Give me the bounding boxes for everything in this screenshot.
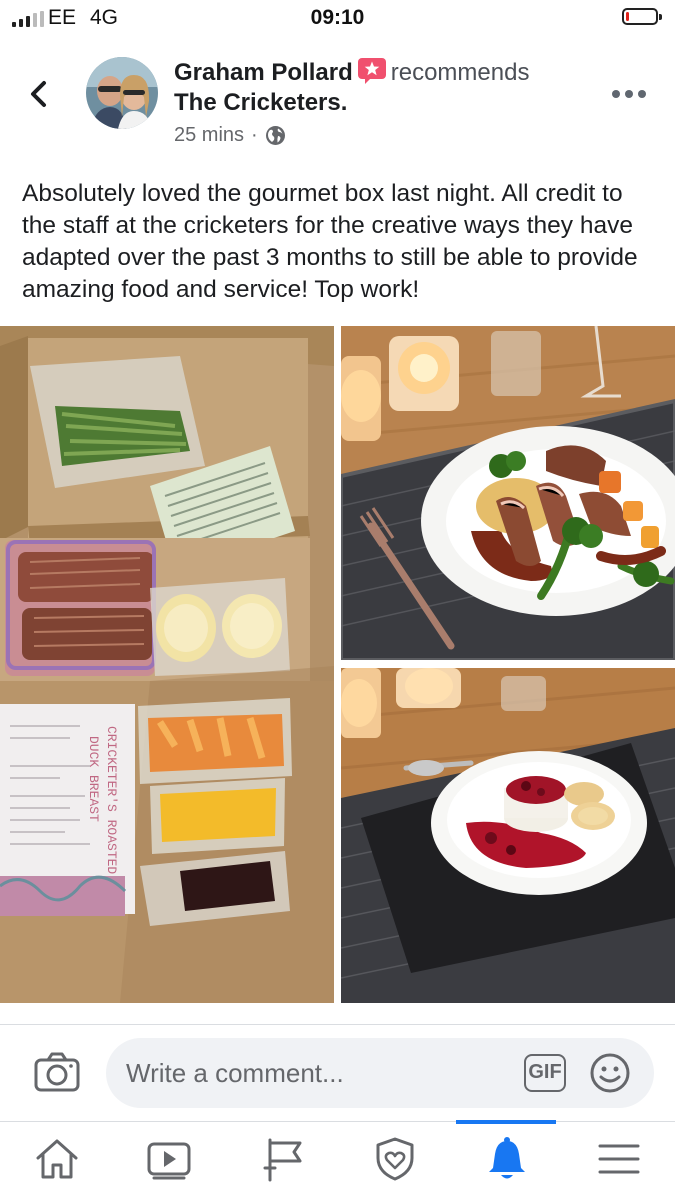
battery-level (626, 12, 629, 21)
notifications-bell-icon[interactable] (484, 1136, 530, 1182)
camera-icon[interactable] (34, 1052, 80, 1092)
menu-card-subtitle: DUCK BREAST (86, 736, 101, 822)
video-icon[interactable] (146, 1136, 192, 1182)
menu-icon[interactable] (596, 1136, 642, 1182)
smiley-icon[interactable] (589, 1052, 631, 1094)
recommend-star-icon (357, 58, 386, 84)
photo-duck-dish[interactable] (341, 326, 675, 660)
divider (0, 1024, 675, 1025)
recommended-page-name[interactable]: The Cricketers. (174, 88, 347, 117)
author-avatar[interactable] (86, 57, 158, 129)
author-name[interactable]: Graham Pollard (174, 59, 353, 86)
post-author-line: Graham Pollard recommends (174, 58, 529, 87)
home-icon[interactable] (34, 1136, 80, 1182)
comment-input[interactable] (126, 1057, 506, 1089)
dating-shield-icon[interactable] (372, 1136, 418, 1182)
menu-card-title: CRICKETER'S ROASTED (104, 726, 119, 874)
tab-bar-divider (0, 1121, 675, 1122)
gif-button[interactable]: GIF (524, 1054, 566, 1092)
post-meta: 25 mins · (174, 124, 286, 147)
post-timestamp[interactable]: 25 mins (174, 124, 244, 147)
comment-box: GIF (106, 1038, 654, 1108)
post-text: Absolutely loved the gourmet box last ni… (22, 180, 638, 303)
recommends-label: recommends (390, 59, 530, 86)
more-options-icon[interactable] (612, 88, 648, 100)
pages-flag-icon[interactable] (262, 1136, 308, 1182)
status-bar: EE 4G 09:10 (0, 0, 675, 38)
photo-gourmet-box[interactable]: CRICKETER'S ROASTED DUCK BREAST (0, 326, 334, 1003)
active-tab-indicator (456, 1120, 556, 1124)
battery-icon (622, 8, 662, 25)
photo-dessert[interactable] (341, 668, 675, 1003)
globe-icon (265, 126, 285, 145)
back-arrow-icon[interactable] (22, 76, 58, 112)
meta-separator: · (251, 124, 258, 146)
status-time: 09:10 (310, 6, 365, 29)
